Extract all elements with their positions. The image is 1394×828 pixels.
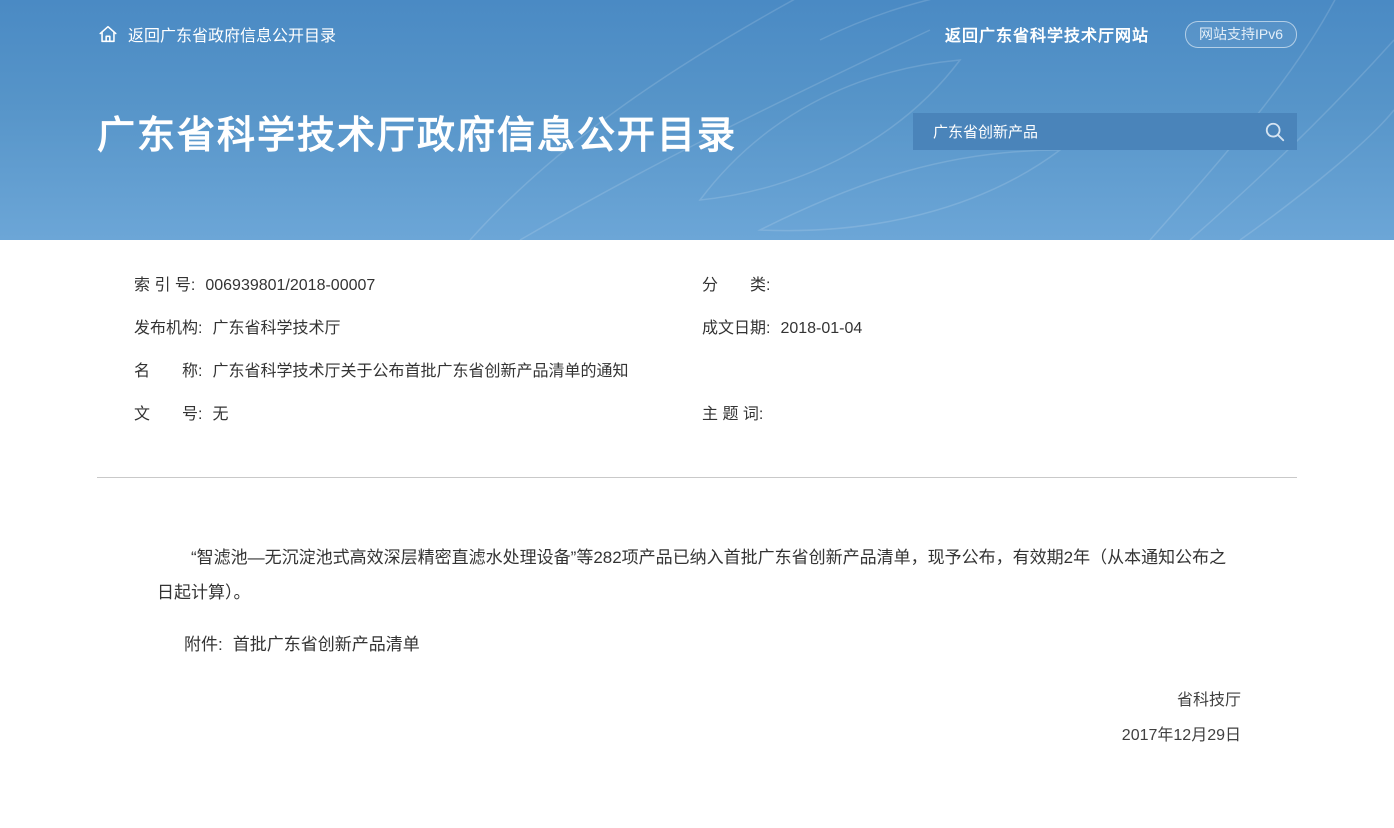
meta-label: 主 题 词: [702, 406, 763, 423]
meta-empty-cell [702, 362, 1297, 382]
page-title: 广东省科学技术厅政府信息公开目录 [97, 104, 737, 159]
metadata-section: 索 引 号: 006939801/2018-00007 分 类: 发布机构: 广东省… [97, 240, 1297, 425]
search-input[interactable] [913, 113, 1253, 150]
home-icon [97, 23, 119, 45]
meta-doc-title: 名 称: 广东省科学技术厅关于公布首批广东省创新产品清单的通知 [97, 362, 702, 382]
meta-label: 分 类: [702, 277, 770, 294]
title-row: 广东省科学技术厅政府信息公开目录 [97, 104, 1297, 159]
meta-value: 006939801/2018-00007 [205, 277, 375, 294]
attachment-link[interactable]: 首批广东省创新产品清单 [233, 635, 420, 654]
meta-value: 广东省科学技术厅 [212, 320, 340, 337]
page: 返回广东省政府信息公开目录 返回广东省科学技术厅网站 网站支持IPv6 广东省科… [0, 0, 1394, 828]
ipv6-badge: 网站支持IPv6 [1185, 21, 1297, 48]
main-content: 索 引 号: 006939801/2018-00007 分 类: 发布机构: 广东省… [97, 240, 1297, 753]
search-box [913, 113, 1297, 150]
signature-date: 2017年12月29日 [97, 718, 1241, 753]
topbar-right: 返回广东省科学技术厅网站 网站支持IPv6 [945, 21, 1297, 48]
meta-value: 广东省科学技术厅关于公布首批广东省创新产品清单的通知 [212, 363, 628, 380]
topbar: 返回广东省政府信息公开目录 返回广东省科学技术厅网站 网站支持IPv6 [97, 0, 1297, 48]
meta-issue-date: 成文日期: 2018-01-04 [702, 319, 1297, 339]
meta-label: 发布机构: [134, 320, 202, 337]
attachment-row: 附件: 首批广东省创新产品清单 [97, 633, 1297, 657]
meta-doc-number: 文 号: 无 [97, 405, 702, 425]
notice-paragraph: “智滤池—无沉淀池式高效深层精密直滤水处理设备”等282项产品已纳入首批广东省创… [97, 540, 1297, 610]
meta-value: 无 [212, 406, 228, 423]
search-button[interactable] [1253, 113, 1297, 150]
meta-subject-terms: 主 题 词: [702, 405, 1297, 425]
notice-article: “智滤池—无沉淀池式高效深层精密直滤水处理设备”等282项产品已纳入首批广东省创… [97, 478, 1297, 753]
site-link[interactable]: 返回广东省科学技术厅网站 [945, 22, 1149, 46]
signature-block: 省科技厅 2017年12月29日 [97, 683, 1297, 753]
meta-index-number: 索 引 号: 006939801/2018-00007 [97, 276, 702, 296]
attachment-label: 附件: [184, 635, 223, 654]
meta-label: 成文日期: [702, 320, 770, 337]
home-link-label: 返回广东省政府信息公开目录 [128, 22, 336, 46]
home-link[interactable]: 返回广东省政府信息公开目录 [97, 22, 336, 46]
signature-agency: 省科技厅 [97, 683, 1241, 718]
meta-publisher: 发布机构: 广东省科学技术厅 [97, 319, 702, 339]
meta-value: 2018-01-04 [780, 320, 862, 337]
meta-category: 分 类: [702, 276, 1297, 296]
meta-label: 文 号: [134, 406, 202, 423]
meta-label: 索 引 号: [134, 277, 195, 294]
search-icon [1264, 121, 1286, 143]
header-banner: 返回广东省政府信息公开目录 返回广东省科学技术厅网站 网站支持IPv6 广东省科… [0, 0, 1394, 240]
meta-label: 名 称: [134, 363, 202, 380]
